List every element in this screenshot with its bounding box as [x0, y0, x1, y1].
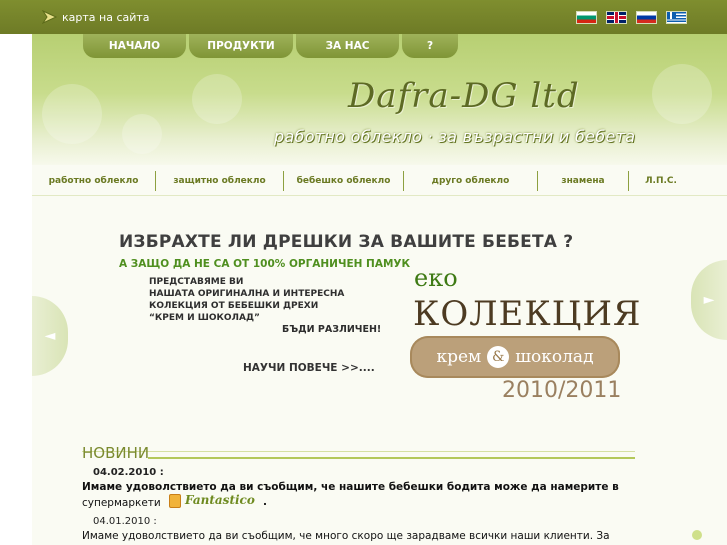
banner-present-line: ПРЕДСТАВЯМЕ ВИ [149, 277, 244, 287]
news-date: 04.01.2010 : [93, 516, 157, 527]
banner-present-line: “КРЕМ И ШОКОЛАД” [149, 313, 260, 323]
category-protective-wear[interactable]: защитно облекло [156, 171, 284, 191]
category-other-wear[interactable]: друго облекло [404, 171, 538, 191]
banner-learn-more-link[interactable]: НАУЧИ ПОВЕЧЕ >>.... [243, 362, 375, 374]
badge-cream: крем [436, 347, 482, 367]
greek-flag-icon[interactable] [666, 11, 687, 24]
site-tagline: работно облекло · за възрастни и бебета [274, 127, 636, 146]
news-title: НОВИНИ [82, 444, 150, 462]
main-nav: НАЧАЛО ПРОДУКТИ ЗА НАС ? [83, 34, 458, 58]
banner-present-line: НАШАТА ОРИГИНАЛНА И ИНТЕРЕСНА [149, 289, 345, 299]
category-baby-wear[interactable]: бебешко облекло [284, 171, 404, 191]
badge-ampersand: & [487, 346, 510, 368]
news-text: . [263, 496, 267, 508]
banner-years: 2010/2011 [502, 378, 622, 403]
sitemap-label: карта на сайта [62, 10, 150, 24]
cream-chocolate-badge: крем & шоколад [410, 336, 620, 378]
fantastico-logo-icon [169, 494, 181, 508]
news-divider [82, 451, 635, 452]
news-date: 04.02.2010 : [93, 467, 164, 478]
flower-decoration [122, 114, 162, 154]
news-text: Имаме удоволствието да ви съобщим, че на… [82, 481, 619, 493]
site-logo[interactable]: Dafra-DG ltd [348, 76, 580, 116]
flower-decoration [692, 530, 702, 540]
banner-subquestion: А ЗАЩО ДА НЕ СА ОТ 100% ОРГАНИЧЕН ПАМУК [119, 258, 411, 270]
chevron-right-icon: ► [703, 292, 715, 308]
divider [32, 195, 727, 196]
news-text: Имаме удоволствието да ви съобщим, че мн… [82, 530, 610, 542]
banner-question: ИЗБРАХТЕ ЛИ ДРЕШКИ ЗА ВАШИТЕ БЕБЕТА ? [119, 232, 574, 252]
banner-next-button[interactable]: ► [691, 260, 727, 340]
flower-decoration [192, 74, 242, 124]
nav-tab-home[interactable]: НАЧАЛО [83, 34, 186, 58]
top-bar: карта на сайта [0, 0, 727, 34]
english-flag-icon[interactable] [606, 11, 627, 24]
banner-collection: КОЛЕКЦИЯ [413, 294, 642, 334]
flower-decoration [652, 64, 712, 124]
banner-present-line: КОЛЕКЦИЯ ОТ БЕБЕШКИ ДРЕХИ [149, 301, 319, 311]
header: НАЧАЛО ПРОДУКТИ ЗА НАС ? Dafra-DG ltd ра… [32, 34, 727, 165]
nav-tab-help[interactable]: ? [402, 34, 458, 58]
leaf-arrow-icon [42, 10, 58, 24]
chevron-left-icon: ◄ [44, 328, 56, 344]
nav-tab-about[interactable]: ЗА НАС [296, 34, 399, 58]
banner-prev-button[interactable]: ◄ [32, 296, 68, 376]
banner-be-different: БЪДИ РАЗЛИЧЕН! [282, 324, 382, 335]
bulgarian-flag-icon[interactable] [576, 11, 597, 24]
language-switcher [576, 11, 687, 24]
main-frame: НАЧАЛО ПРОДУКТИ ЗА НАС ? Dafra-DG ltd ра… [32, 34, 727, 545]
news-underline [148, 457, 635, 459]
sitemap-link[interactable]: карта на сайта [42, 10, 150, 24]
badge-chocolate: шоколад [515, 347, 594, 367]
promo-banner[interactable]: ◄ ► ИЗБРАХТЕ ЛИ ДРЕШКИ ЗА ВАШИТЕ БЕБЕТА … [32, 202, 727, 442]
russian-flag-icon[interactable] [636, 11, 657, 24]
category-nav: работно облекло защитно облекло бебешко … [32, 171, 727, 191]
fantastico-brand[interactable]: Fantastico [185, 493, 255, 507]
banner-eko: еко [414, 264, 458, 292]
flower-decoration [42, 84, 102, 144]
category-flags[interactable]: знамена [538, 171, 629, 191]
category-work-wear[interactable]: работно облекло [32, 171, 156, 191]
category-ppe[interactable]: Л.П.С. [629, 171, 693, 191]
news-text: супермаркети [82, 497, 161, 509]
nav-tab-products[interactable]: ПРОДУКТИ [189, 34, 293, 58]
